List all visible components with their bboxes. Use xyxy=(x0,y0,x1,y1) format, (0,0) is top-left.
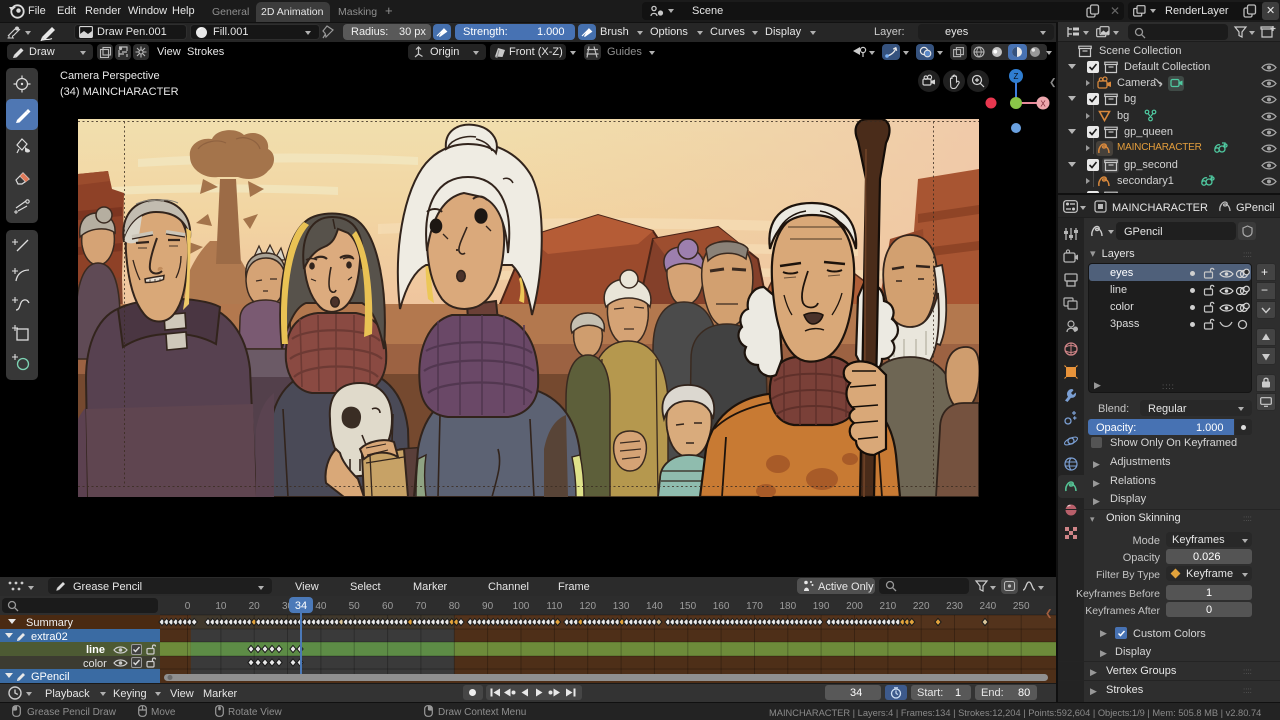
svg-text:110: 110 xyxy=(546,601,562,612)
svg-text:90: 90 xyxy=(482,601,494,612)
svg-text:40: 40 xyxy=(315,601,327,612)
svg-text:210: 210 xyxy=(880,601,897,612)
svg-text:60: 60 xyxy=(382,601,394,612)
svg-text:70: 70 xyxy=(415,601,427,612)
svg-text:20: 20 xyxy=(249,601,261,612)
svg-text:80: 80 xyxy=(449,601,461,612)
svg-text:250: 250 xyxy=(1013,601,1030,612)
svg-text:140: 140 xyxy=(646,601,663,612)
svg-text:50: 50 xyxy=(349,601,361,612)
svg-text:230: 230 xyxy=(946,601,963,612)
svg-text:130: 130 xyxy=(613,601,630,612)
svg-text:180: 180 xyxy=(779,601,796,612)
svg-text:160: 160 xyxy=(713,601,730,612)
svg-text:100: 100 xyxy=(513,601,530,612)
svg-text:200: 200 xyxy=(846,601,863,612)
svg-text:34: 34 xyxy=(295,600,307,612)
svg-text:10: 10 xyxy=(215,601,227,612)
svg-text:X: X xyxy=(1040,100,1046,109)
svg-text:220: 220 xyxy=(913,601,930,612)
svg-text:0: 0 xyxy=(185,601,191,612)
svg-text:240: 240 xyxy=(980,601,997,612)
svg-text:150: 150 xyxy=(679,601,696,612)
svg-text:Z: Z xyxy=(1014,72,1019,81)
svg-text:120: 120 xyxy=(579,601,596,612)
svg-text:170: 170 xyxy=(746,601,763,612)
svg-text:190: 190 xyxy=(813,601,830,612)
